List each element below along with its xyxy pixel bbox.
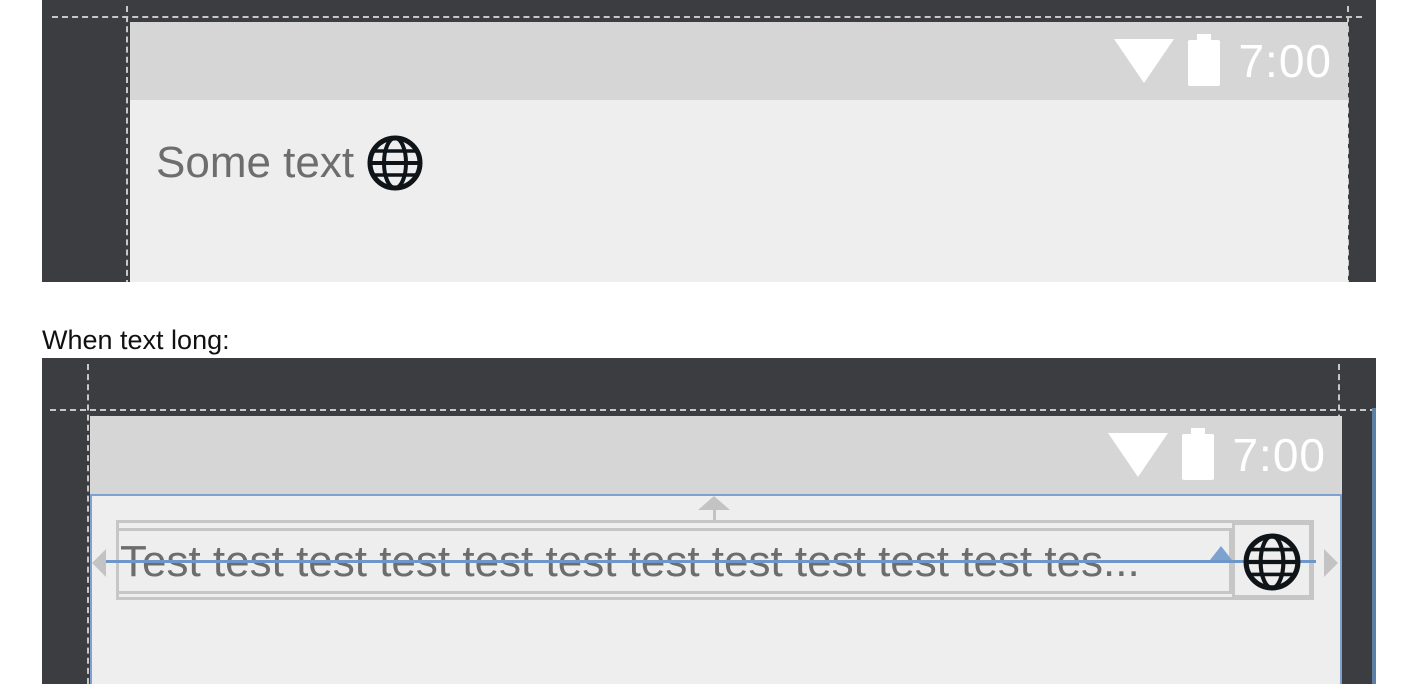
- editor-edge: [1372, 408, 1376, 684]
- guide-left: [126, 6, 128, 282]
- battery-icon: [1188, 34, 1221, 86]
- globe-icon[interactable]: [366, 134, 424, 192]
- chain-anchor-icon[interactable]: [1210, 546, 1232, 560]
- guide-top: [52, 16, 1362, 18]
- left-handle[interactable]: [92, 549, 106, 577]
- status-bar: 7:00: [90, 416, 1342, 494]
- guide-left: [87, 364, 89, 684]
- caption: When text long:: [42, 325, 230, 355]
- right-handle[interactable]: [1324, 549, 1338, 577]
- status-time: 7:00: [1232, 429, 1326, 481]
- status-time: 7:00: [1238, 35, 1332, 87]
- globe-icon[interactable]: [1242, 532, 1302, 592]
- status-bar: 7:00: [130, 22, 1348, 100]
- content-text[interactable]: Some text: [156, 138, 354, 188]
- device-screen: 7:00 Some text: [130, 22, 1348, 282]
- content-row[interactable]: Some text: [156, 134, 424, 192]
- layout-preview-short: 7:00 Some text: [42, 0, 1376, 282]
- wifi-icon: [1114, 39, 1175, 83]
- battery-icon: [1182, 428, 1215, 480]
- horizontal-chain-line: [106, 560, 1316, 563]
- device-screen: 7:00 Test test test test test test test …: [90, 416, 1342, 684]
- wifi-icon: [1108, 433, 1169, 477]
- layout-preview-long: 7:00 Test test test test test test test …: [42, 358, 1376, 684]
- top-constraint-anchor[interactable]: [698, 496, 730, 510]
- guide-top: [50, 409, 1376, 411]
